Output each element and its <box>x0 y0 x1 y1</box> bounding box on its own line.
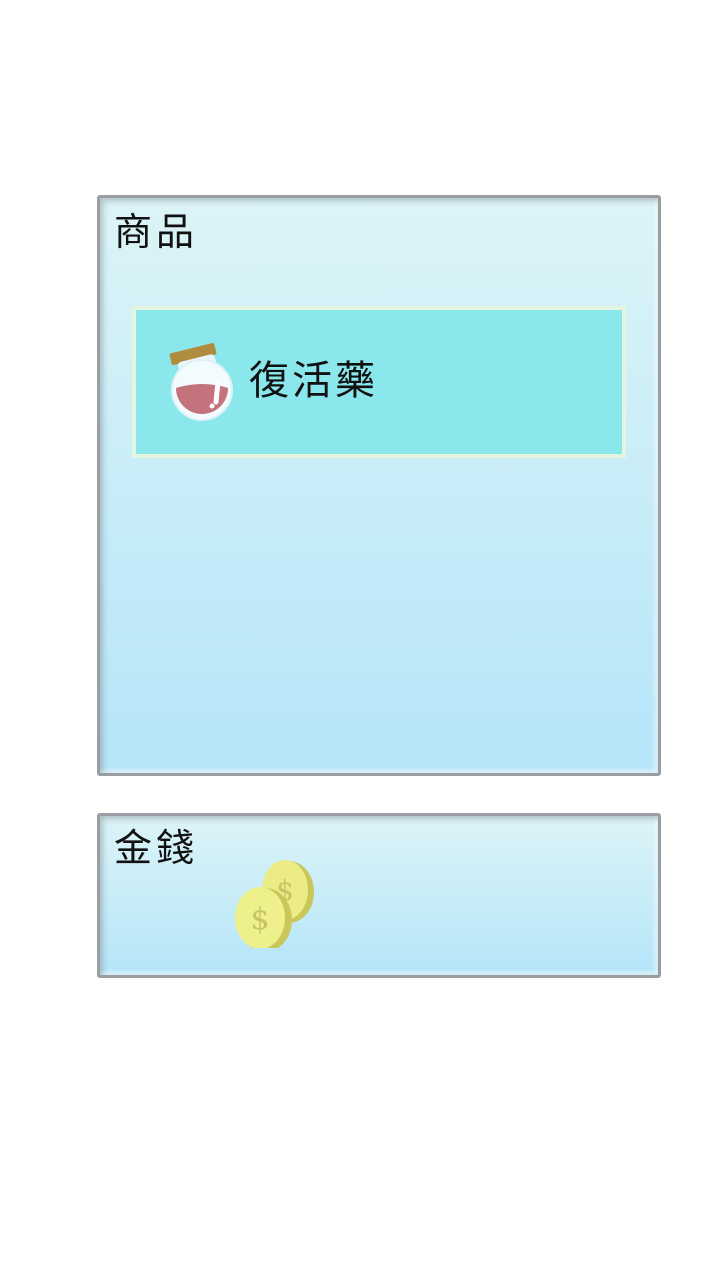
item-panel-title: 商品 <box>114 210 199 254</box>
money-panel: 金錢 $ $ <box>97 813 661 978</box>
item-slot-revive-potion[interactable]: 復活藥 <box>132 306 626 458</box>
item-list-panel: 商品 復活藥 <box>97 195 661 776</box>
money-panel-title: 金錢 <box>114 826 199 870</box>
svg-text:$: $ <box>250 902 269 937</box>
potion-jar-icon <box>169 343 233 421</box>
item-name: 復活藥 <box>249 358 378 404</box>
gold-coins-icon: $ $ <box>235 860 314 948</box>
